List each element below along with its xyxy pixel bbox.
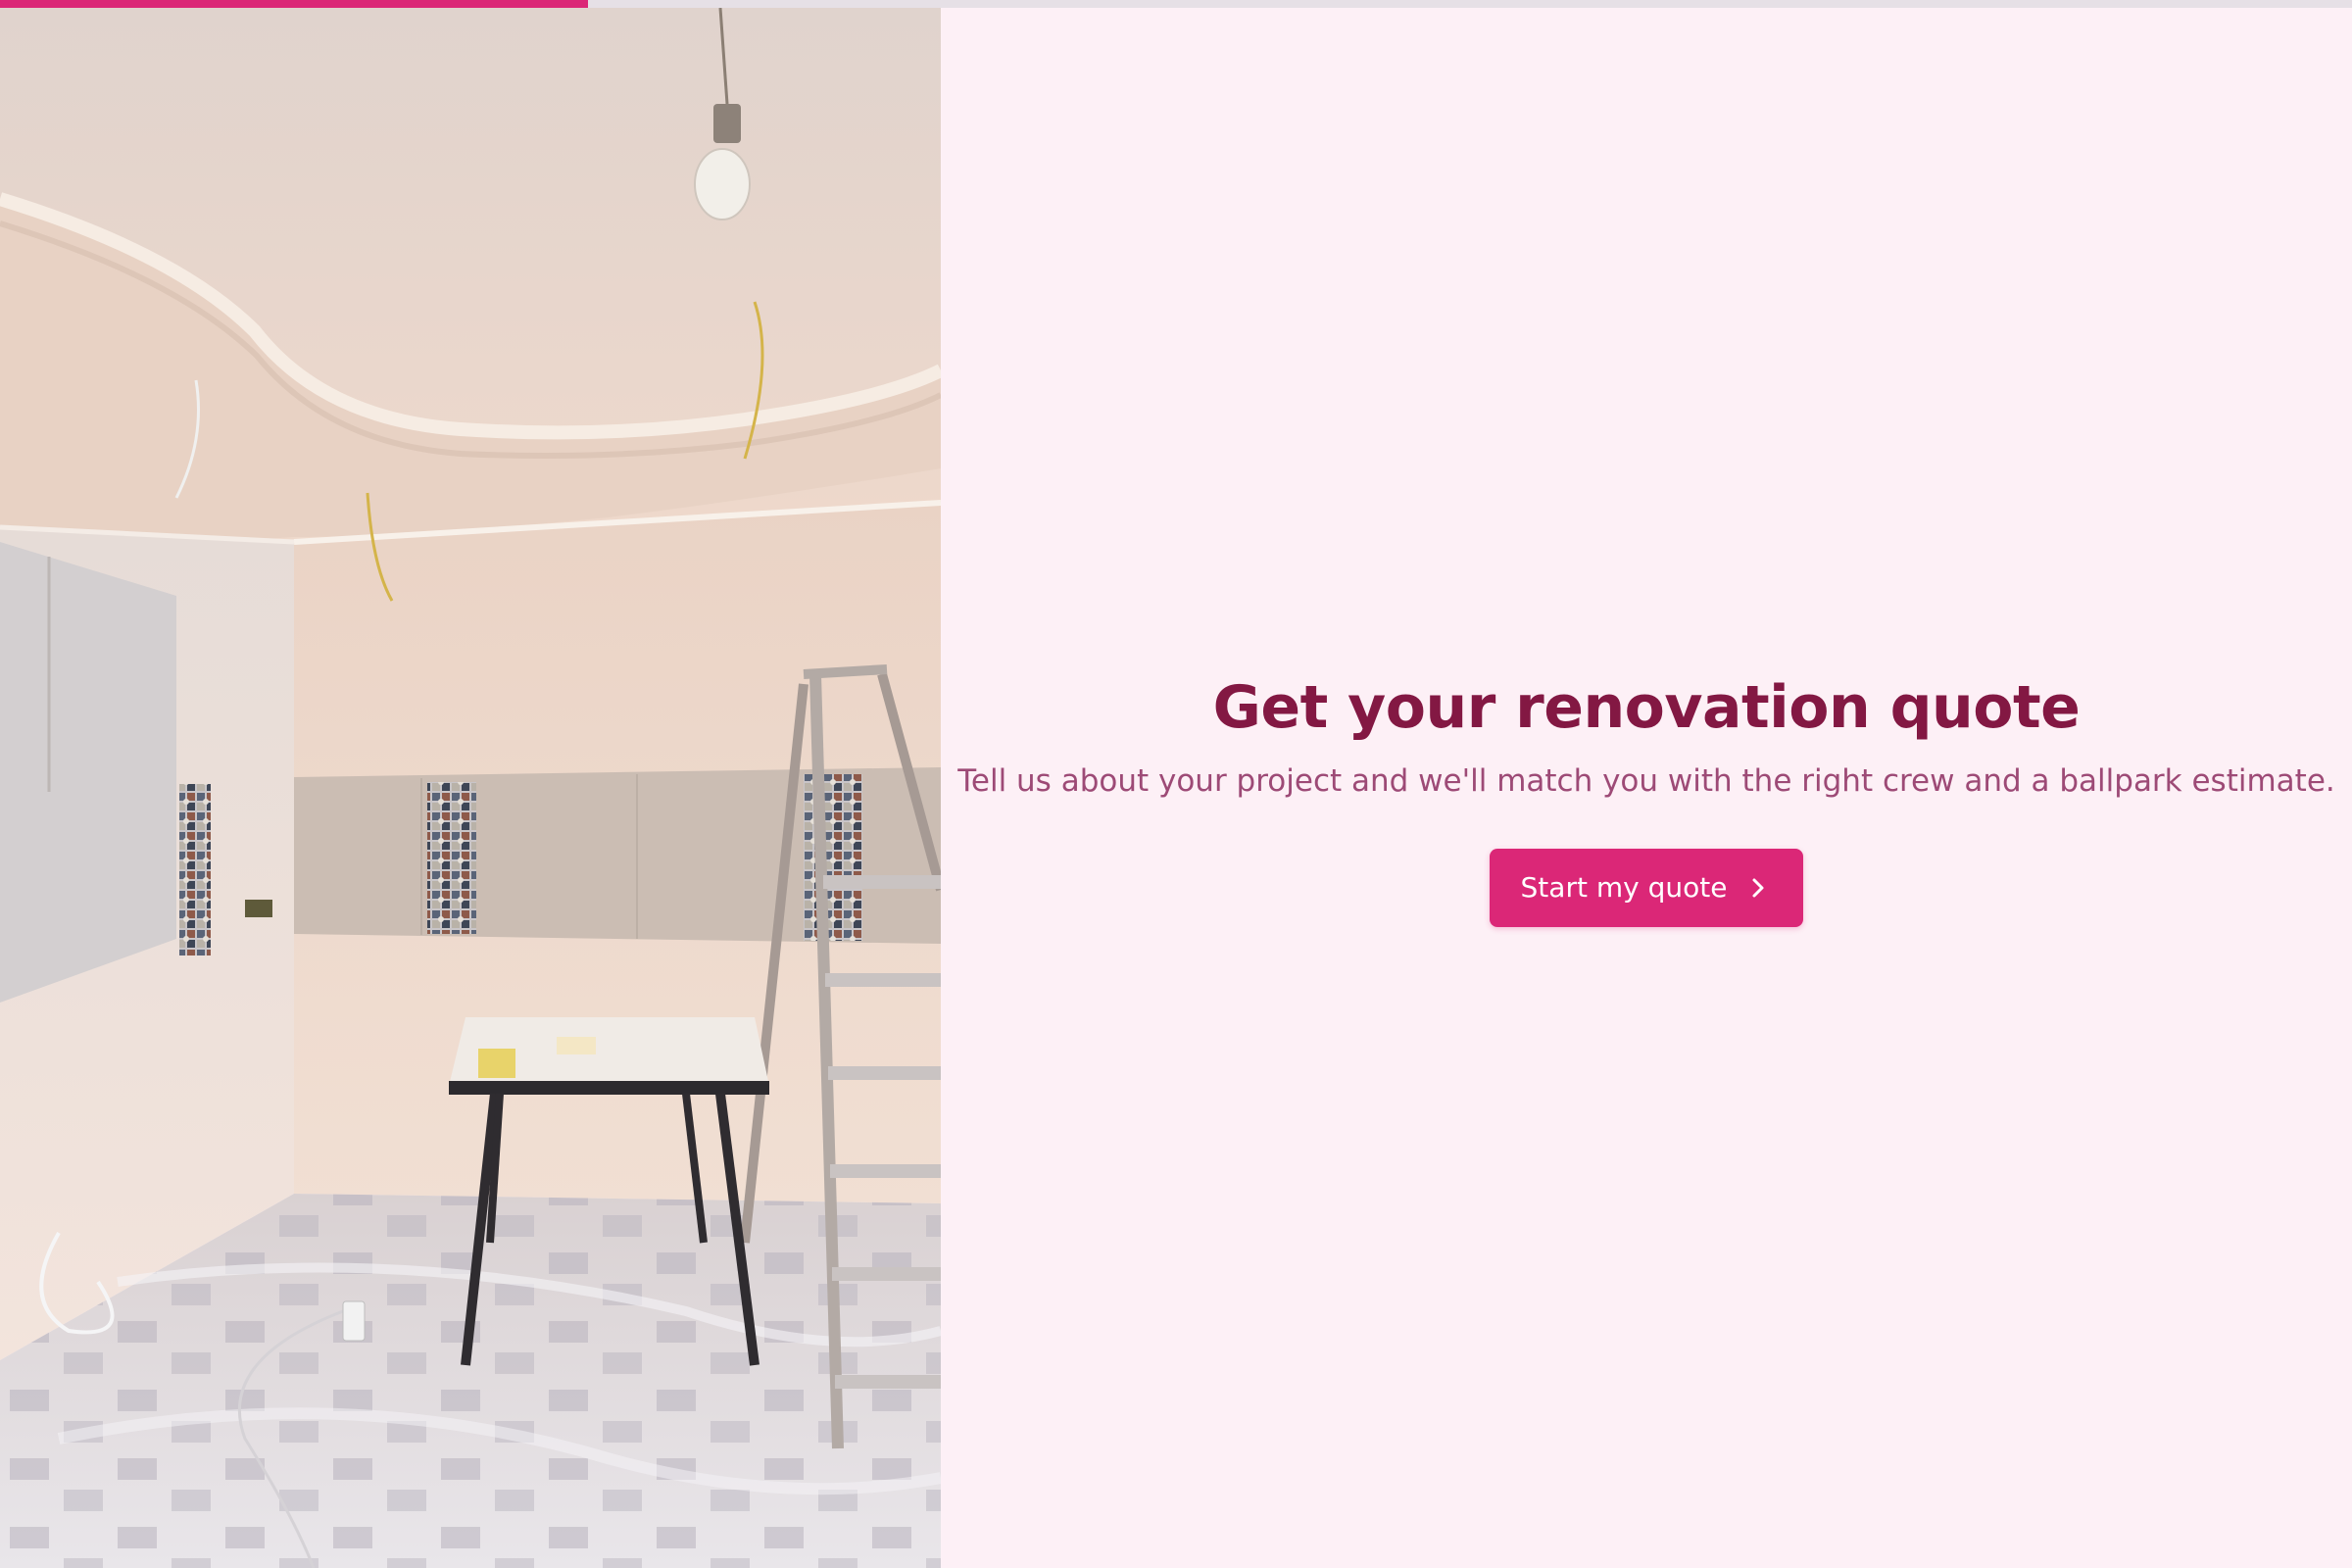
content-panel: Get your renovation quote Tell us about …	[941, 8, 2352, 1568]
page-layout: Get your renovation quote Tell us about …	[0, 8, 2352, 1568]
start-quote-button[interactable]: Start my quote	[1489, 848, 1804, 927]
progress-bar	[0, 0, 2352, 8]
page-subtitle: Tell us about your project and we'll mat…	[957, 763, 2335, 800]
hero-photo	[0, 8, 941, 1568]
hero-text-block: Get your renovation quote Tell us about …	[957, 672, 2335, 927]
chevron-right-icon	[1752, 878, 1764, 898]
progress-bar-fill	[0, 0, 588, 8]
renovation-room-photo	[0, 8, 941, 1568]
start-quote-button-label: Start my quote	[1520, 871, 1728, 905]
page-title: Get your renovation quote	[1212, 673, 2081, 743]
